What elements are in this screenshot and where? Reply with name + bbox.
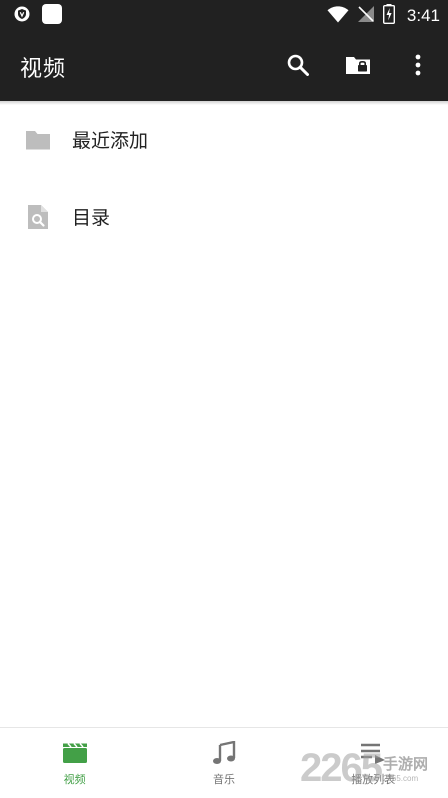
more-options-button[interactable] — [388, 37, 448, 97]
status-time: 3:41 — [406, 6, 440, 25]
search-icon — [287, 54, 309, 80]
nav-tab-video[interactable]: 视频 — [0, 728, 149, 798]
folder-icon — [24, 126, 52, 154]
folder-list: 最近添加 目录 — [0, 101, 448, 255]
music-note-icon — [212, 739, 236, 767]
file-search-icon — [24, 203, 52, 231]
lock-folder-icon — [345, 55, 371, 79]
app-bar: 视频 — [0, 32, 448, 101]
list-item-label: 最近添加 — [72, 130, 149, 152]
lock-folder-button[interactable] — [328, 37, 388, 97]
status-right: 3:41 — [327, 4, 440, 28]
watermark: 2265 手游网 2265.com — [300, 742, 448, 794]
watermark-number: 2265 — [300, 745, 383, 790]
list-item-label: 目录 — [72, 207, 111, 229]
no-signal-icon — [357, 5, 375, 27]
battery-charging-icon — [382, 4, 395, 28]
search-button[interactable] — [268, 37, 328, 97]
notification-icon — [42, 4, 62, 28]
shield-icon — [14, 6, 30, 26]
status-bar: 3:41 — [0, 0, 448, 32]
clapperboard-icon — [62, 739, 88, 767]
nav-label: 视频 — [63, 773, 86, 786]
watermark-url: 2265.com — [382, 774, 419, 783]
watermark-text: 手游网 2265.com — [383, 753, 428, 783]
more-vert-icon — [415, 54, 421, 80]
nav-label: 音乐 — [212, 773, 235, 786]
page-title: 视频 — [20, 56, 67, 82]
list-item-directory[interactable]: 目录 — [0, 178, 448, 255]
watermark-name: 手游网 — [382, 755, 428, 773]
wifi-icon — [327, 5, 349, 27]
status-left — [14, 4, 62, 28]
list-item-recently-added[interactable]: 最近添加 — [0, 101, 448, 178]
app-bar-actions — [268, 37, 448, 97]
nav-tab-music[interactable]: 音乐 — [149, 728, 298, 798]
